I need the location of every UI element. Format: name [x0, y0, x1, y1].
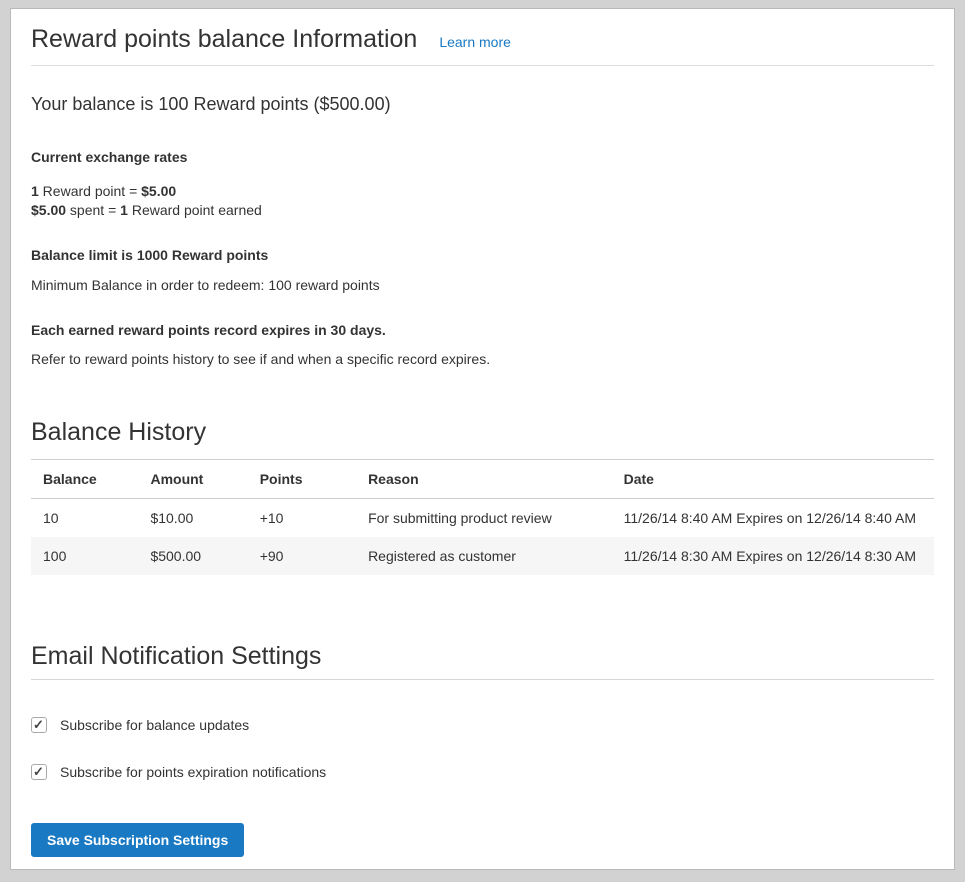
column-header-balance: Balance	[31, 460, 138, 499]
balance-history-table: Balance Amount Points Reason Date 10 $10…	[31, 460, 934, 575]
cell-points: +10	[248, 499, 356, 538]
page-title: Reward points balance Information	[31, 26, 417, 52]
expiration-notifications-label[interactable]: Subscribe for points expiration notifica…	[60, 763, 326, 781]
table-header-row: Balance Amount Points Reason Date	[31, 460, 934, 499]
column-header-reason: Reason	[356, 460, 612, 499]
table-row: 10 $10.00 +10 For submitting product rev…	[31, 499, 934, 538]
expiration-rule-text: Each earned reward points record expires…	[31, 322, 934, 339]
balance-updates-label[interactable]: Subscribe for balance updates	[60, 716, 249, 734]
cell-balance: 10	[31, 499, 138, 538]
page-header: Reward points balance Information Learn …	[31, 9, 934, 52]
column-header-amount: Amount	[138, 460, 247, 499]
cell-amount: $10.00	[138, 499, 247, 538]
table-row: 100 $500.00 +90 Registered as customer 1…	[31, 537, 934, 575]
reward-points-panel: Reward points balance Information Learn …	[10, 8, 955, 870]
expiration-notifications-checkbox[interactable]	[31, 764, 47, 780]
email-notification-title: Email Notification Settings	[31, 642, 934, 670]
cell-reason: Registered as customer	[356, 537, 612, 575]
cell-balance: 100	[31, 537, 138, 575]
exchange-rates: 1 Reward point = $5.00 $5.00 spent = 1 R…	[31, 182, 934, 219]
cell-date: 11/26/14 8:30 AM Expires on 12/26/14 8:3…	[612, 537, 934, 575]
expiration-note-text: Refer to reward points history to see if…	[31, 351, 934, 368]
cell-date: 11/26/14 8:40 AM Expires on 12/26/14 8:4…	[612, 499, 934, 538]
column-header-date: Date	[612, 460, 934, 499]
balance-history-title: Balance History	[31, 418, 934, 446]
exchange-rates-heading: Current exchange rates	[31, 149, 934, 166]
email-notification-divider	[31, 679, 934, 680]
min-balance-text: Minimum Balance in order to redeem: 100 …	[31, 277, 934, 294]
spend-rate-line: $5.00 spent = 1 Reward point earned	[31, 201, 934, 220]
balance-summary: Your balance is 100 Reward points ($500.…	[31, 94, 934, 115]
save-subscription-settings-button[interactable]: Save Subscription Settings	[31, 823, 244, 857]
balance-updates-option: Subscribe for balance updates	[31, 716, 934, 734]
balance-updates-checkbox[interactable]	[31, 717, 47, 733]
balance-limit-text: Balance limit is 1000 Reward points	[31, 247, 934, 264]
header-divider	[31, 65, 934, 66]
cell-amount: $500.00	[138, 537, 247, 575]
column-header-points: Points	[248, 460, 356, 499]
cell-points: +90	[248, 537, 356, 575]
earn-rate-line: 1 Reward point = $5.00	[31, 182, 934, 201]
learn-more-link[interactable]: Learn more	[439, 34, 511, 50]
cell-reason: For submitting product review	[356, 499, 612, 538]
expiration-notifications-option: Subscribe for points expiration notifica…	[31, 763, 934, 781]
